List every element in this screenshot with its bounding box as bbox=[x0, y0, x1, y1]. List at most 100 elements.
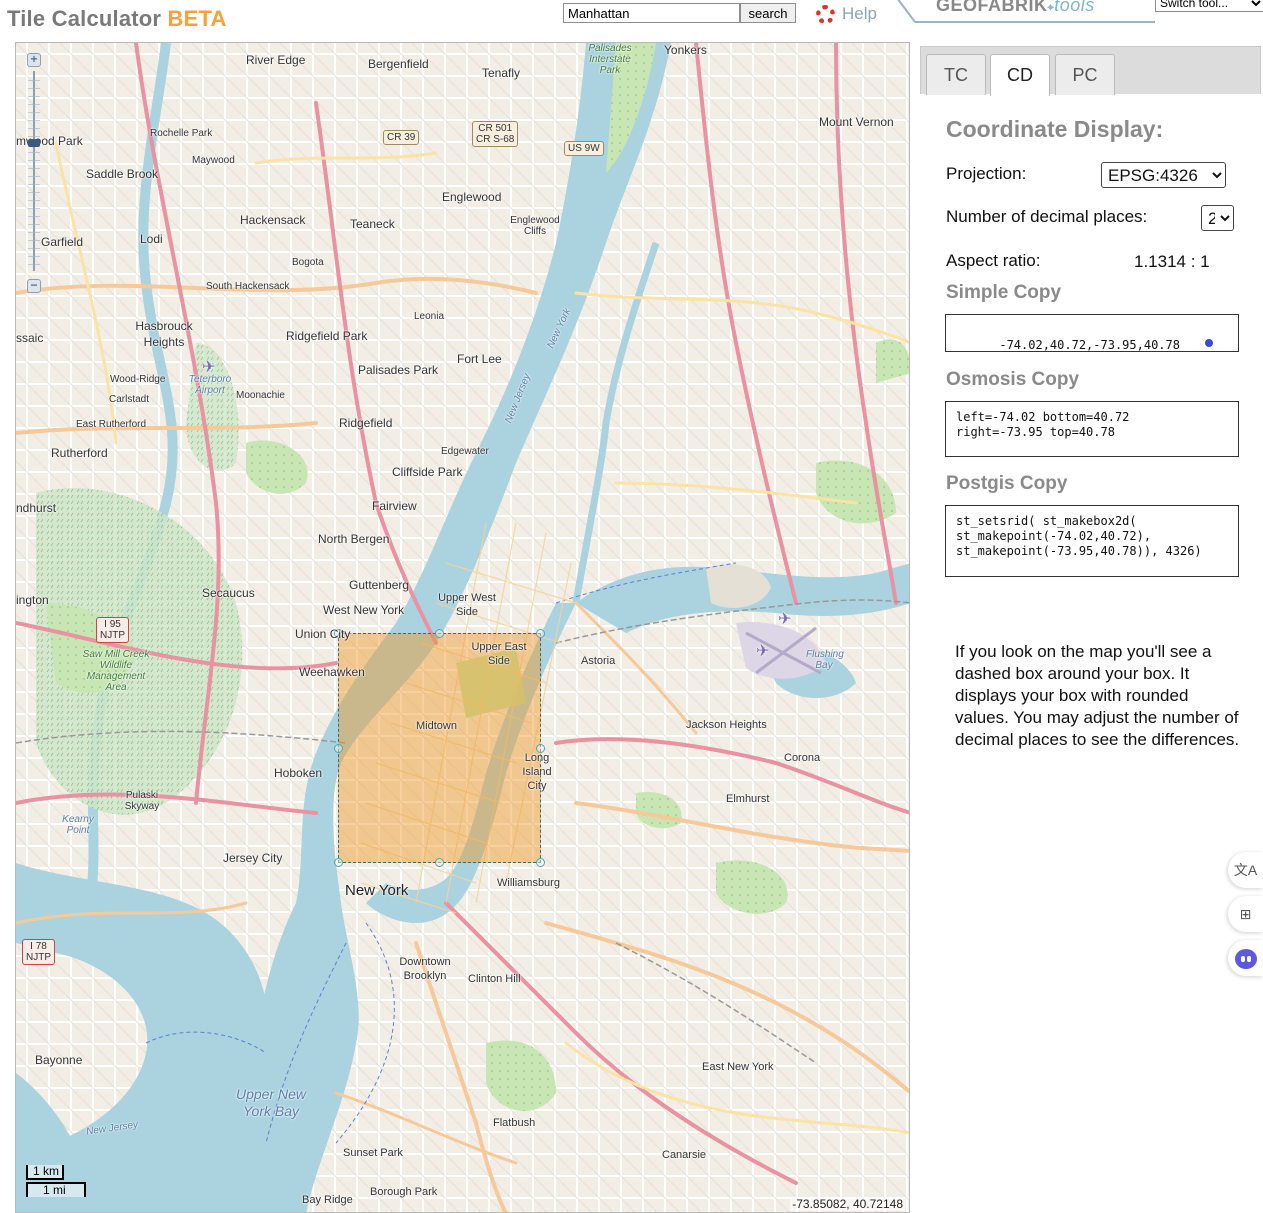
place-label: Jersey City bbox=[223, 851, 283, 865]
aspect-ratio-label: Aspect ratio: bbox=[946, 251, 1041, 270]
map-tiles[interactable] bbox=[16, 43, 910, 1213]
place-label: Upper East Side bbox=[471, 641, 527, 667]
search-button[interactable]: search bbox=[740, 3, 796, 23]
airport-icon: ✈ bbox=[756, 643, 770, 660]
airport-icon: ✈ bbox=[202, 359, 216, 376]
map-view[interactable]: River Edge Bergenfield Tenafly Yonkers M… bbox=[15, 42, 910, 1213]
beta-badge: BETA bbox=[167, 6, 227, 31]
place-label: Midtown bbox=[416, 720, 457, 732]
place-label: Hasbrouck Heights bbox=[135, 319, 193, 349]
place-label: Palisades Interstate Park bbox=[588, 43, 632, 76]
place-label: Fairview bbox=[372, 499, 417, 513]
zoom-slider-handle[interactable] bbox=[28, 139, 40, 147]
place-label: Mount Vernon bbox=[819, 115, 894, 129]
place-label: Sunset Park bbox=[343, 1147, 403, 1159]
place-label: Bergenfield bbox=[368, 57, 429, 71]
help-link[interactable]: Help bbox=[816, 4, 877, 24]
place-label: Tenafly bbox=[482, 66, 521, 80]
place-label: ington bbox=[16, 593, 49, 607]
place-label: Upper West Side bbox=[438, 592, 496, 618]
place-label: ssaic bbox=[16, 331, 44, 345]
place-label: East New York bbox=[702, 1061, 774, 1073]
osmosis-copy-title: Osmosis Copy bbox=[946, 369, 1080, 390]
postgis-copy-box[interactable]: st_setsrid( st_makebox2d( st_makepoint(-… bbox=[945, 505, 1239, 577]
place-label: Elmhurst bbox=[726, 793, 770, 805]
apps-icon[interactable]: ⊞ bbox=[1228, 896, 1263, 932]
search-input[interactable] bbox=[563, 3, 740, 23]
place-label: Rutherford bbox=[51, 446, 108, 460]
zoom-out-button[interactable]: − bbox=[27, 279, 41, 293]
place-label: Hoboken bbox=[274, 766, 323, 780]
assistant-icon[interactable] bbox=[1228, 940, 1263, 976]
place-label: Edgewater bbox=[441, 446, 489, 457]
place-label: Guttenberg bbox=[349, 578, 410, 592]
help-text: If you look on the map you'll see a dash… bbox=[955, 642, 1240, 749]
place-label: Rochelle Park bbox=[150, 128, 213, 139]
tab-tc[interactable]: TC bbox=[926, 54, 986, 95]
place-label: West New York bbox=[323, 603, 405, 617]
projection-label: Projection: bbox=[946, 164, 1027, 183]
place-label: Teterboro Airport bbox=[188, 374, 232, 396]
place-label: Lodi bbox=[140, 232, 163, 246]
place-label: mwood Park bbox=[16, 134, 83, 148]
switch-tool-select[interactable]: Switch tool... bbox=[1155, 0, 1263, 12]
bbox-handle-n[interactable] bbox=[435, 629, 444, 638]
projection-select[interactable]: EPSG:4326 bbox=[1101, 162, 1226, 188]
geofabrik-logo[interactable]: GEOFABRIK⌖tools bbox=[936, 0, 1095, 16]
place-label: Jackson Heights bbox=[686, 719, 767, 731]
place-label: Leonia bbox=[414, 311, 445, 322]
tab-bar: TC CD PC bbox=[920, 46, 1261, 96]
place-label: Downtown Brooklyn bbox=[399, 956, 451, 982]
place-label: Corona bbox=[784, 752, 821, 764]
postgis-copy-title: Postgis Copy bbox=[946, 473, 1068, 494]
place-label: Maywood bbox=[192, 155, 235, 166]
route-shield-cr501: CR 501 CR S-68 bbox=[472, 121, 519, 147]
brand-name: GEOFABRIK bbox=[936, 0, 1048, 15]
place-label: Bay Ridge bbox=[302, 1194, 353, 1206]
simple-copy-box[interactable]: -74.02,40.72,-73.95,40.78 bbox=[945, 314, 1239, 352]
decimals-select[interactable]: 2 bbox=[1201, 205, 1234, 231]
bbox-handle-sw[interactable] bbox=[334, 858, 343, 867]
place-label: New York bbox=[345, 882, 409, 899]
bbox-handle-w[interactable] bbox=[334, 744, 343, 753]
place-label: Kearny Point bbox=[62, 814, 94, 836]
translate-icon[interactable]: 文A bbox=[1228, 852, 1263, 888]
place-label: Wood-Ridge bbox=[110, 374, 166, 385]
place-label: Clinton Hill bbox=[468, 973, 521, 985]
scale-km: 1 km bbox=[26, 1165, 64, 1180]
app-title: Tile Calculator BETA bbox=[7, 6, 227, 32]
app-header: Tile Calculator BETA search Help GEOFABR… bbox=[0, 0, 1263, 42]
place-label: Williamsburg bbox=[497, 877, 560, 889]
lifebuoy-icon bbox=[816, 4, 835, 24]
place-label: North Bergen bbox=[318, 532, 390, 546]
simple-copy-title: Simple Copy bbox=[946, 282, 1062, 303]
zoom-in-button[interactable]: + bbox=[27, 53, 41, 67]
tab-pc[interactable]: PC bbox=[1055, 54, 1115, 95]
tab-cd[interactable]: CD bbox=[990, 54, 1050, 96]
cursor-dot-icon bbox=[1205, 339, 1213, 347]
place-label: Moonachie bbox=[236, 390, 285, 401]
panel-title: Coordinate Display: bbox=[946, 116, 1164, 142]
osmosis-copy-box[interactable]: left=-74.02 bottom=40.72 right=-73.95 to… bbox=[945, 401, 1239, 457]
place-label: Flushing Bay bbox=[806, 649, 844, 671]
place-label: Garfield bbox=[41, 235, 84, 249]
place-label: Yonkers bbox=[664, 43, 707, 57]
place-label: Canarsie bbox=[662, 1149, 707, 1161]
route-shield-i95: I 95 NJTP bbox=[96, 617, 129, 643]
place-label: Carlstadt bbox=[109, 394, 150, 405]
bbox-handle-s[interactable] bbox=[435, 858, 444, 867]
mouse-position-readout: -73.85082, 40.72148 bbox=[790, 1197, 905, 1211]
airport-icon: ✈ bbox=[778, 611, 792, 628]
app-title-text: Tile Calculator bbox=[7, 6, 162, 31]
route-shield-i78: I 78 NJTP bbox=[22, 939, 55, 965]
place-label: Palisades Park bbox=[358, 363, 439, 377]
place-label: Pulaski Skyway bbox=[124, 790, 160, 812]
bbox-handle-ne[interactable] bbox=[536, 629, 545, 638]
place-label: Long Island City bbox=[522, 752, 552, 792]
place-label: Bogota bbox=[292, 257, 324, 268]
scale-mi: 1 mi bbox=[26, 1182, 86, 1197]
bbox-handle-se[interactable] bbox=[536, 858, 545, 867]
place-label: Fort Lee bbox=[457, 352, 502, 366]
place-label: Saddle Brook bbox=[86, 167, 159, 181]
zoom-slider-ticks bbox=[28, 73, 40, 268]
